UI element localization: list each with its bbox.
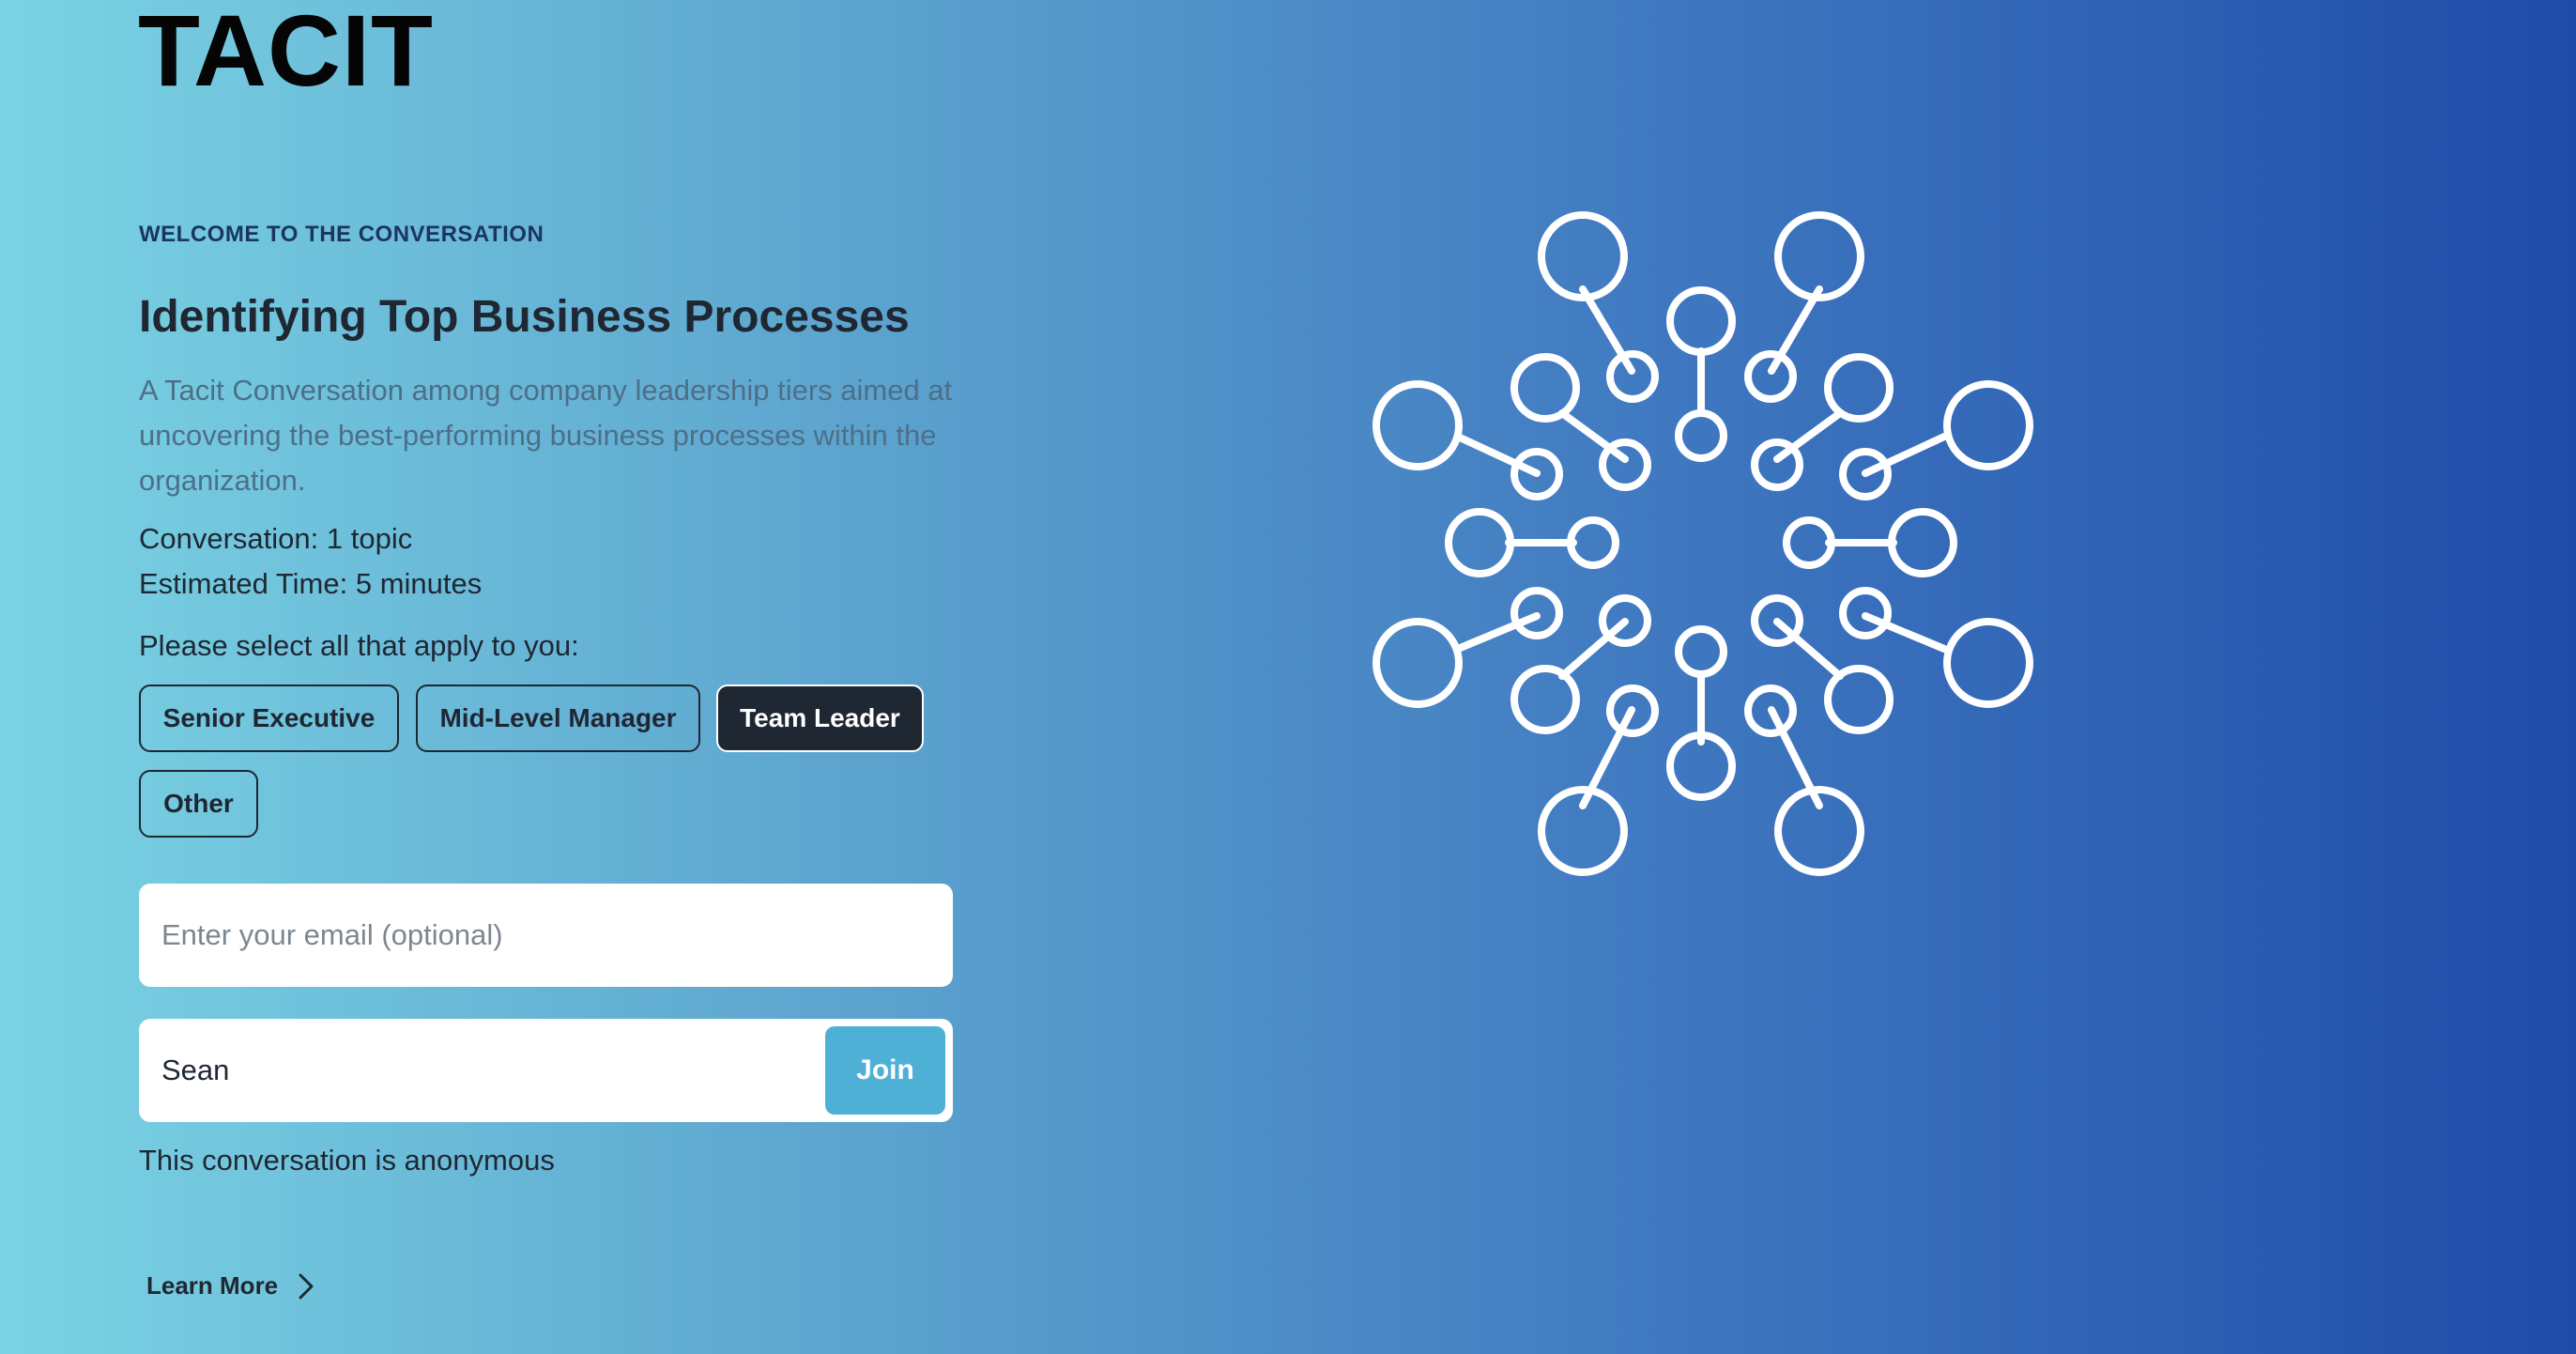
conversation-description: A Tacit Conversation among company leade… <box>139 374 953 497</box>
welcome-eyebrow: WELCOME TO THE CONVERSATION <box>139 222 544 247</box>
learn-more-link[interactable]: Learn More <box>146 1271 314 1300</box>
role-chip-mid-level-manager[interactable]: Mid-Level Manager <box>416 685 700 752</box>
email-input[interactable] <box>161 884 931 987</box>
tacit-logo: TACIT <box>138 0 434 107</box>
role-chip-senior-executive[interactable]: Senior Executive <box>139 685 399 752</box>
anonymous-note: This conversation is anonymous <box>139 1144 555 1177</box>
join-button[interactable]: Join <box>825 1026 945 1115</box>
role-select-prompt: Please select all that apply to you: <box>139 629 579 662</box>
chevron-right-icon <box>299 1273 314 1300</box>
name-input[interactable] <box>161 1019 753 1122</box>
name-field-container: Join <box>139 1019 953 1122</box>
topic-count: Conversation: 1 topic <box>139 522 413 555</box>
page-title: Identifying Top Business Processes <box>139 292 910 342</box>
estimated-time: Estimated Time: 5 minutes <box>139 567 483 600</box>
network-molecule-icon <box>1352 207 2065 906</box>
role-chip-team-leader[interactable]: Team Leader <box>716 685 924 752</box>
role-chip-other[interactable]: Other <box>139 770 258 838</box>
email-field-container <box>139 884 953 987</box>
learn-more-label: Learn More <box>146 1271 279 1300</box>
